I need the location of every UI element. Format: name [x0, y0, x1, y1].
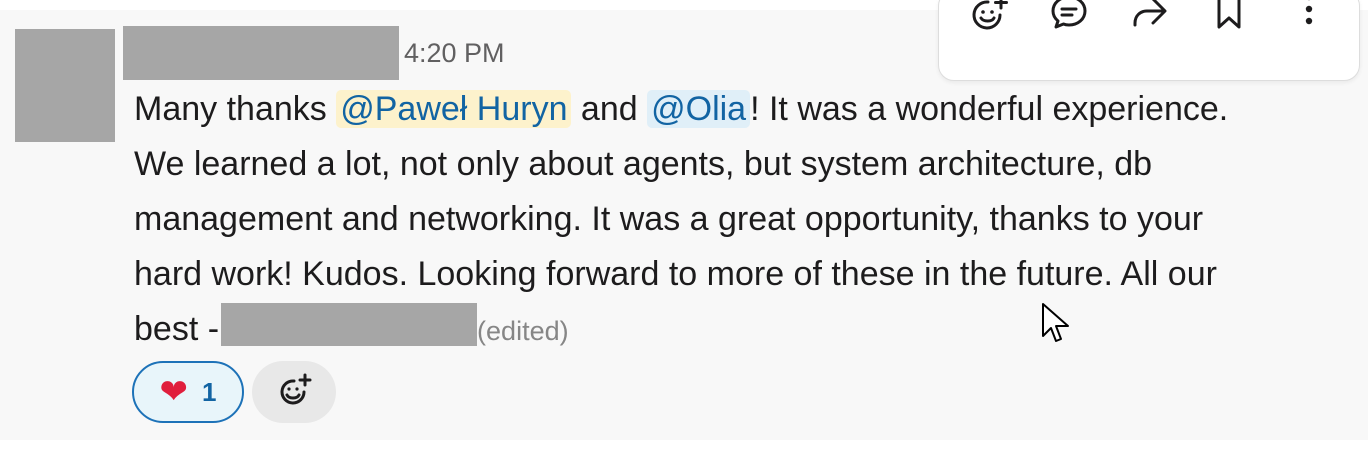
add-reaction-button[interactable]: [252, 361, 336, 423]
text-fragment: Many thanks: [134, 90, 337, 128]
message-actions-toolbar: [938, 0, 1360, 81]
add-reaction-icon[interactable]: [966, 0, 1010, 35]
author-name-redacted[interactable]: [123, 26, 399, 80]
avatar[interactable]: [15, 29, 115, 142]
reaction-heart[interactable]: ❤ 1: [132, 361, 244, 423]
mention-user-pawel[interactable]: @Paweł Huryn: [336, 90, 572, 128]
mention-user-olia[interactable]: @Olia: [647, 90, 751, 128]
share-message-icon[interactable]: [1127, 0, 1171, 35]
bookmark-icon[interactable]: [1207, 0, 1251, 35]
message-line: We learned a lot, not only about agents,…: [134, 145, 1153, 183]
message-row[interactable]: 4:20 PM Many thanks @Paweł Huryn and @Ol…: [0, 0, 1368, 440]
message-timestamp[interactable]: 4:20 PM: [404, 38, 505, 69]
edited-label: (edited): [477, 316, 569, 346]
text-fragment: best -: [134, 310, 220, 348]
text-fragment: ! It was a wonderful experience.: [750, 90, 1229, 128]
message-line: Many thanks @Paweł Huryn and @Olia! It w…: [134, 82, 1349, 137]
heart-emoji-icon: ❤: [159, 373, 189, 411]
message-line: management and networking. It was a grea…: [134, 200, 1204, 238]
message-line: hard work! Kudos. Looking forward to mor…: [134, 255, 1217, 293]
reply-in-thread-icon[interactable]: [1047, 0, 1091, 35]
mouse-cursor-icon: [1042, 303, 1069, 342]
add-emoji-icon: [280, 373, 312, 405]
signature-redacted: [221, 303, 478, 346]
message-line: best - (edited): [134, 302, 1349, 357]
reactions-bar: ❤ 1: [132, 361, 336, 423]
message-text: Many thanks @Paweł Huryn and @Olia! It w…: [134, 82, 1349, 357]
text-fragment: and: [571, 90, 648, 128]
more-actions-icon[interactable]: [1287, 0, 1331, 35]
reaction-count: 1: [202, 376, 217, 407]
